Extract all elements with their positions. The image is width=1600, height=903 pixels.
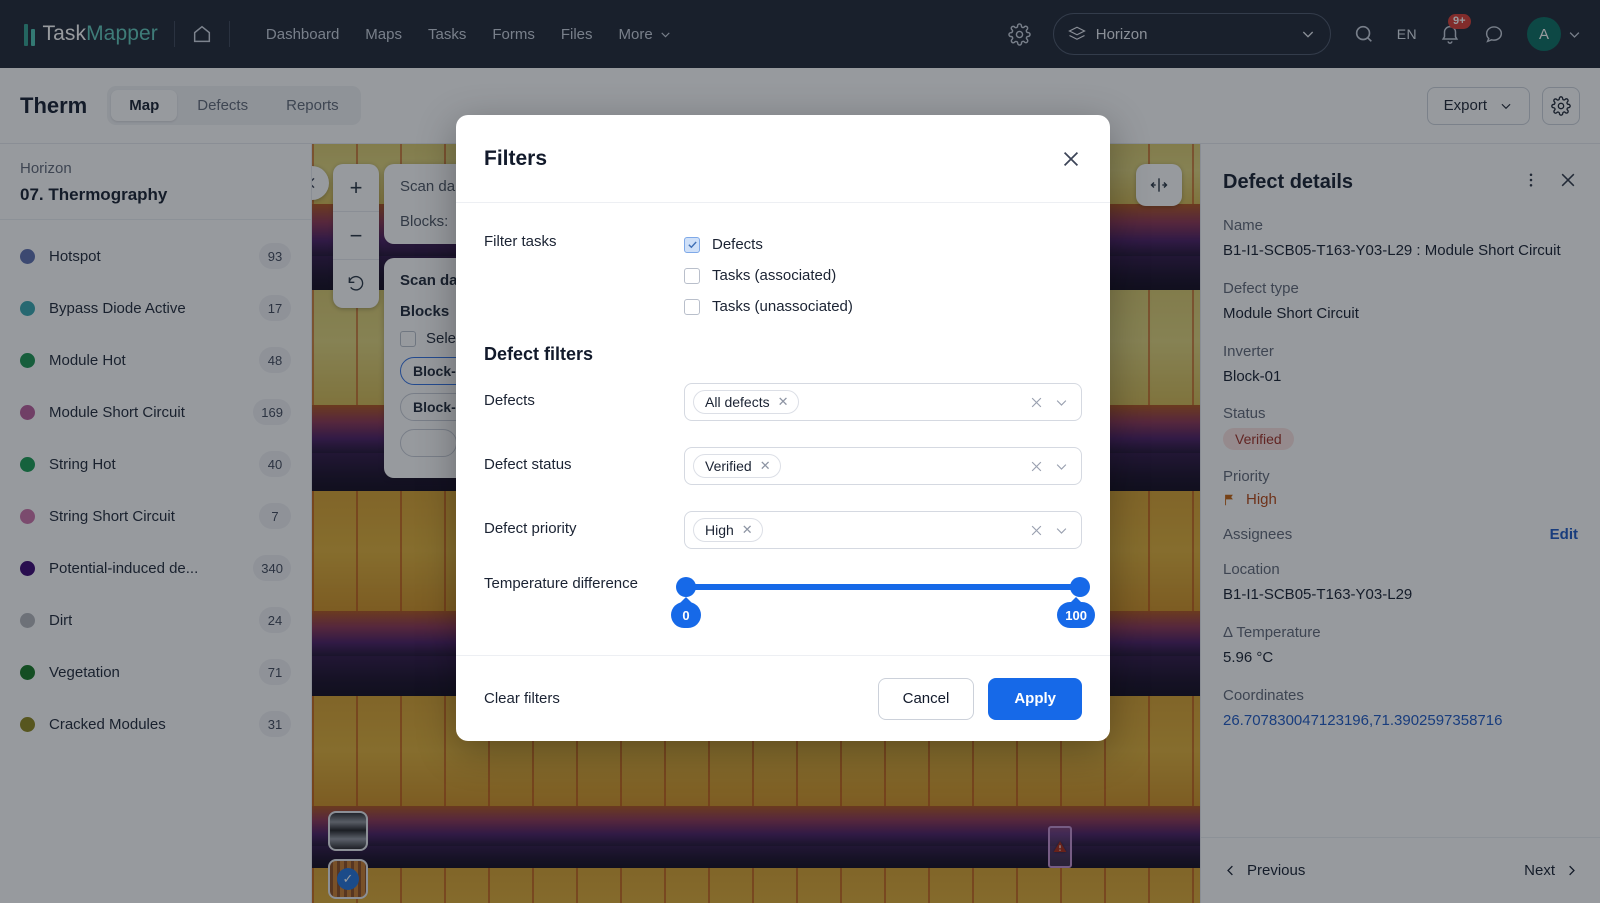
chevron-down-icon[interactable] xyxy=(1054,395,1069,410)
slider-track-fill xyxy=(684,584,1082,590)
clear-selection-icon[interactable] xyxy=(1029,523,1044,538)
filters-modal-footer: Clear filters Cancel Apply xyxy=(456,655,1110,741)
defect-status-filter-label: Defect status xyxy=(484,456,572,473)
filters-modal: Filters Filter tasks Defects Tasks (asso… xyxy=(456,115,1110,741)
slider-knob-max[interactable] xyxy=(1070,577,1090,597)
selected-tag-label: High xyxy=(705,522,734,538)
selected-tag-label: Verified xyxy=(705,458,752,474)
filter-tasks-label: Filter tasks xyxy=(484,233,557,250)
filter-tasks-row: Filter tasks Defects Tasks (associated) xyxy=(484,229,1082,322)
clear-selection-icon[interactable] xyxy=(1029,395,1044,410)
filters-modal-title: Filters xyxy=(484,146,548,170)
select-tools xyxy=(1029,395,1073,410)
close-icon[interactable] xyxy=(1060,148,1082,170)
selected-tag: High ✕ xyxy=(693,518,763,542)
apply-button[interactable]: Apply xyxy=(988,677,1082,720)
selected-tag: All defects ✕ xyxy=(693,390,799,414)
clear-selection-icon[interactable] xyxy=(1029,459,1044,474)
temperature-difference-row: Temperature difference 0 100 xyxy=(484,573,1095,637)
filter-tasks-checkbox-group: Defects Tasks (associated) Tasks (unasso… xyxy=(684,229,853,322)
slider-knob-min[interactable] xyxy=(676,577,696,597)
select-tools xyxy=(1029,523,1073,538)
checkbox-label: Tasks (unassociated) xyxy=(712,298,853,315)
selected-tag-label: All defects xyxy=(705,394,770,410)
temperature-difference-label: Temperature difference xyxy=(484,575,638,592)
defect-priority-multiselect[interactable]: High ✕ xyxy=(684,511,1082,549)
checkbox-box[interactable] xyxy=(684,267,700,284)
remove-tag-icon[interactable]: ✕ xyxy=(760,458,771,474)
filters-modal-body: Filter tasks Defects Tasks (associated) xyxy=(456,203,1110,655)
selected-tag: Verified ✕ xyxy=(693,454,781,478)
clear-filters-button[interactable]: Clear filters xyxy=(484,690,560,707)
cancel-button[interactable]: Cancel xyxy=(877,677,975,720)
defect-priority-filter-row: Defect priority High ✕ xyxy=(484,511,1082,549)
checkbox-box[interactable] xyxy=(684,236,700,253)
defect-priority-filter-label: Defect priority xyxy=(484,520,577,537)
checkbox-label: Tasks (associated) xyxy=(712,267,837,284)
chevron-down-icon[interactable] xyxy=(1054,459,1069,474)
temperature-range-slider[interactable]: 0 100 xyxy=(671,573,1095,637)
checkbox-box[interactable] xyxy=(684,298,700,315)
defects-filter-label: Defects xyxy=(484,392,535,409)
defects-filter-row: Defects All defects ✕ xyxy=(484,383,1082,421)
checkbox-label: Defects xyxy=(712,236,763,253)
remove-tag-icon[interactable]: ✕ xyxy=(778,394,789,410)
defect-status-filter-row: Defect status Verified ✕ xyxy=(484,447,1082,485)
remove-tag-icon[interactable]: ✕ xyxy=(742,522,753,538)
chevron-down-icon[interactable] xyxy=(1054,523,1069,538)
select-tools xyxy=(1029,459,1073,474)
filters-modal-header: Filters xyxy=(456,115,1110,203)
checkbox-tasks-associated[interactable]: Tasks (associated) xyxy=(684,260,853,291)
checkbox-tasks-unassociated[interactable]: Tasks (unassociated) xyxy=(684,291,853,322)
defect-filters-heading: Defect filters xyxy=(484,344,594,364)
modal-footer-actions: Cancel Apply xyxy=(877,677,1082,720)
slider-value-max: 100 xyxy=(1057,602,1095,628)
defects-multiselect[interactable]: All defects ✕ xyxy=(684,383,1082,421)
defect-status-multiselect[interactable]: Verified ✕ xyxy=(684,447,1082,485)
slider-value-min: 0 xyxy=(671,602,701,628)
checkbox-defects[interactable]: Defects xyxy=(684,229,853,260)
